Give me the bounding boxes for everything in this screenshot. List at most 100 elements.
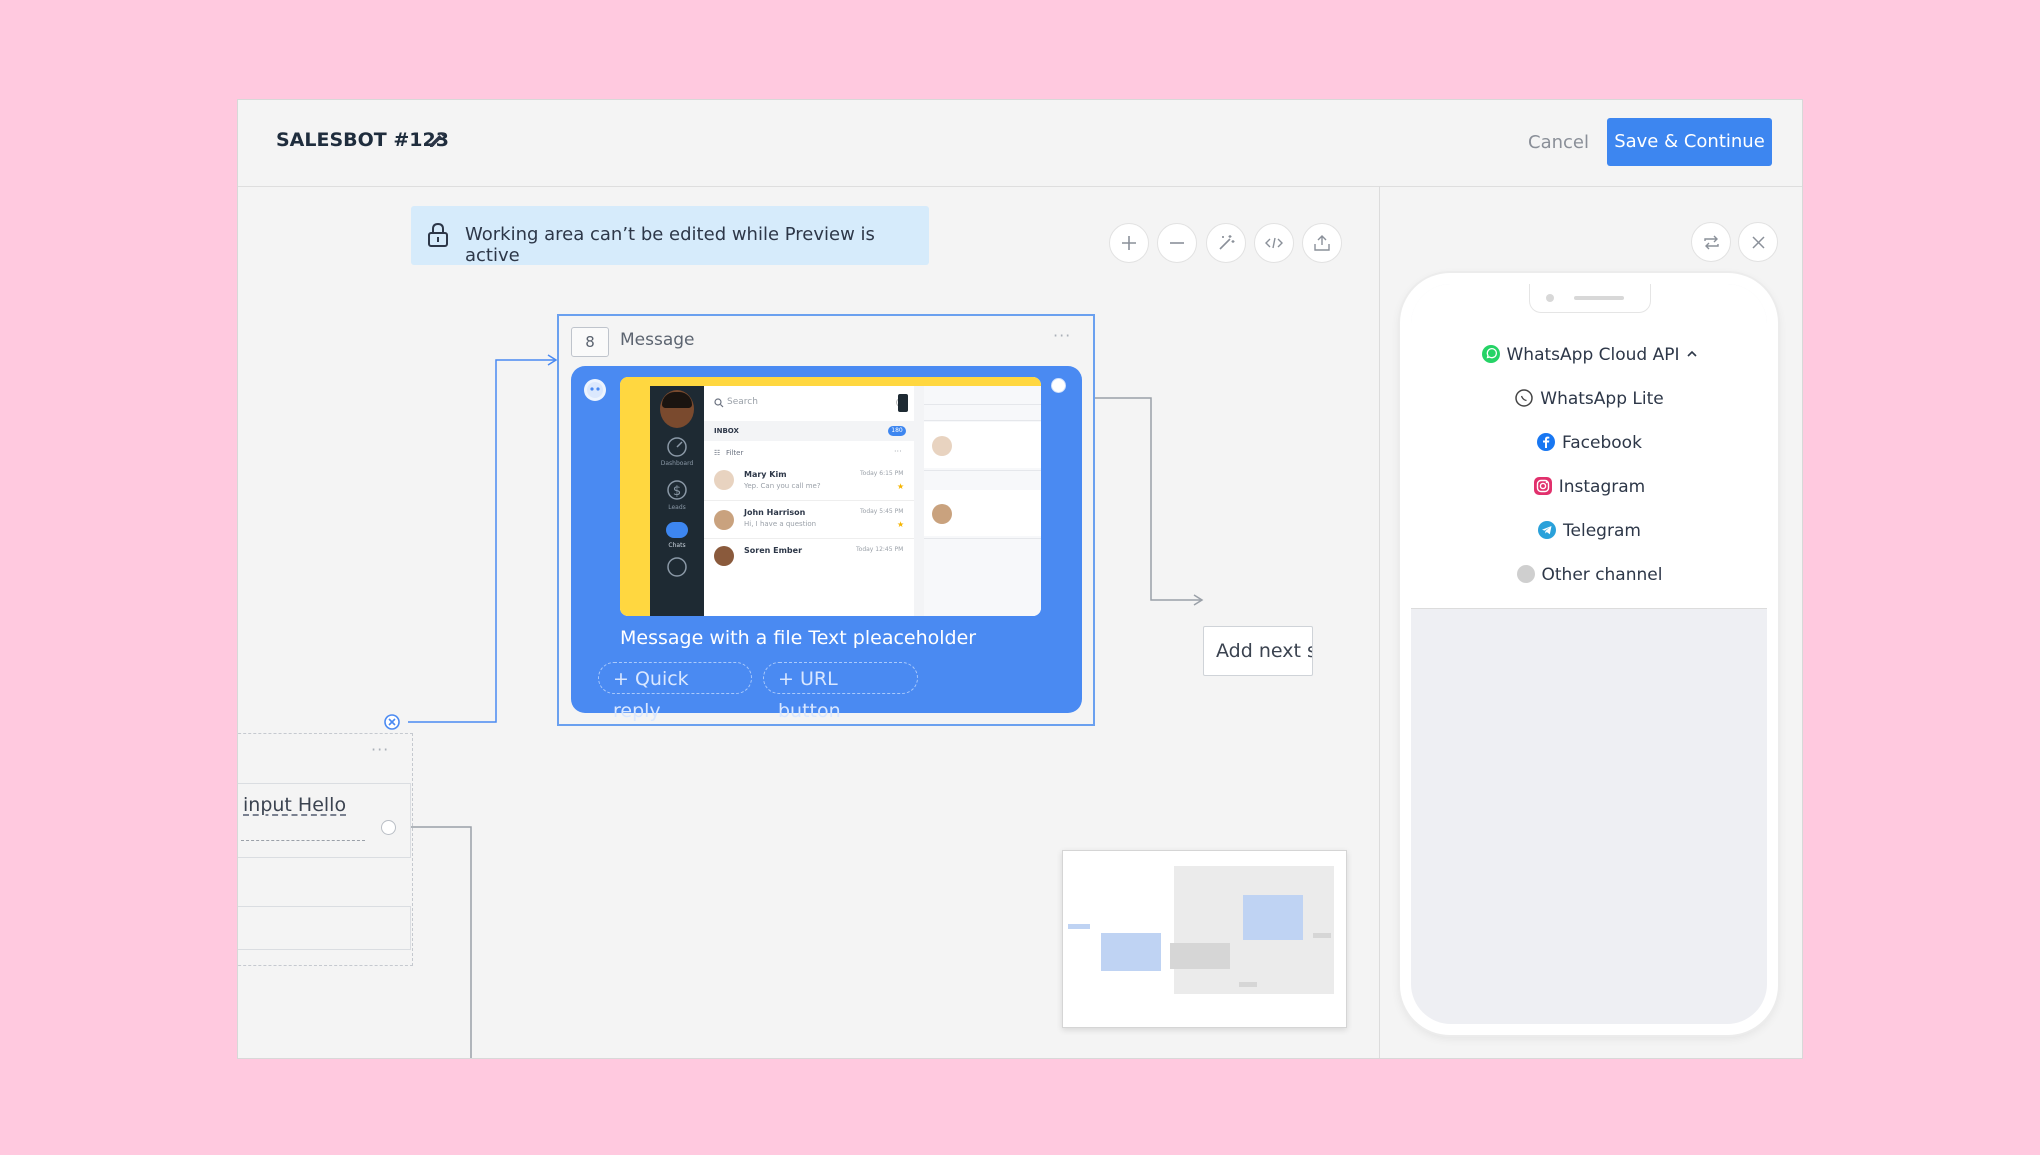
step-menu-icon[interactable]: ··· bbox=[1053, 326, 1071, 345]
minimap-node bbox=[1239, 982, 1257, 987]
url-button-button[interactable]: + URL button bbox=[763, 662, 918, 722]
other-channel-icon bbox=[1516, 565, 1535, 583]
preview-chat-name: Soren Ember bbox=[744, 546, 803, 555]
preview-splitter bbox=[914, 386, 924, 616]
preview-nav-chats: Chats bbox=[668, 542, 686, 549]
step-number: 8 bbox=[571, 327, 609, 357]
phone-notch bbox=[1529, 284, 1651, 313]
plus-icon bbox=[1122, 236, 1136, 250]
output-port[interactable] bbox=[381, 820, 396, 835]
channel-other[interactable]: Other channel bbox=[1411, 564, 1767, 585]
channel-label: Other channel bbox=[1541, 565, 1663, 585]
working-area-canvas[interactable]: Working area can’t be edited while Previ… bbox=[238, 186, 1379, 1058]
close-preview-button[interactable] bbox=[1738, 222, 1778, 262]
preview-detail-avatars bbox=[924, 386, 1041, 616]
preview-filter-more: ··· bbox=[894, 447, 902, 456]
input-node-text: input Hello bbox=[243, 794, 347, 816]
add-next-step-button[interactable]: Add next s bbox=[1203, 626, 1313, 676]
telegram-icon bbox=[1538, 521, 1557, 539]
channel-list: WhatsApp Cloud API WhatsApp Lite Faceboo… bbox=[1411, 284, 1767, 609]
preview-circle-icon bbox=[667, 557, 687, 577]
preview-chat-avatar bbox=[714, 546, 734, 566]
preview-chat-name: Mary Kim bbox=[744, 470, 787, 479]
preview-chat-snippet: Hi, I have a question bbox=[744, 520, 817, 528]
preview-nav-sidebar: Dashboard $ Leads Chats bbox=[650, 386, 704, 616]
channel-facebook[interactable]: Facebook bbox=[1411, 432, 1767, 453]
preview-nav-leads: Leads bbox=[668, 504, 686, 511]
preview-detail-avatar bbox=[932, 436, 952, 456]
preview-chat-time: Today 5:45 PM bbox=[860, 508, 904, 515]
facebook-icon bbox=[1537, 433, 1556, 451]
previous-step-menu-icon[interactable]: ··· bbox=[371, 740, 389, 759]
instagram-icon bbox=[1533, 477, 1552, 495]
quick-reply-button[interactable]: + Quick reply bbox=[598, 662, 752, 722]
step-label: Message bbox=[620, 330, 695, 350]
channel-label: Instagram bbox=[1558, 477, 1646, 497]
preview-chat-time: Today 12:45 PM bbox=[856, 546, 904, 553]
panel-divider bbox=[1379, 186, 1380, 1058]
preview-chat-avatar bbox=[714, 510, 734, 530]
preview-chat-list: Search INBOX 180 ☷ Filter ··· Mary Kim Y… bbox=[704, 386, 914, 616]
previous-step-output-row[interactable] bbox=[238, 906, 411, 950]
channel-instagram[interactable]: Instagram bbox=[1411, 476, 1767, 497]
restart-preview-button[interactable] bbox=[1691, 222, 1731, 262]
preview-inbox-label: INBOX bbox=[714, 427, 739, 435]
preview-chat-time: Today 6:15 PM bbox=[860, 470, 904, 477]
message-output-port[interactable] bbox=[1051, 378, 1066, 393]
channel-label: WhatsApp Cloud API bbox=[1506, 345, 1680, 365]
message-bubble: Dashboard $ Leads Chats Search INBOX 180… bbox=[571, 366, 1082, 722]
preview-star-icon: ★ bbox=[897, 520, 905, 529]
whatsapp-icon bbox=[1481, 345, 1500, 363]
channel-label: Facebook bbox=[1562, 433, 1642, 453]
channel-telegram[interactable]: Telegram bbox=[1411, 520, 1767, 541]
chevron-up-icon bbox=[1686, 350, 1697, 357]
save-continue-button[interactable]: Save & Continue bbox=[1607, 118, 1772, 166]
zoom-out-button[interactable] bbox=[1157, 223, 1197, 263]
remove-connection-icon[interactable] bbox=[382, 712, 402, 732]
minimap-message-node bbox=[1243, 895, 1303, 940]
preview-chat-snippet: Yep. Can you call me? bbox=[744, 482, 821, 490]
channel-label: WhatsApp Lite bbox=[1540, 389, 1664, 409]
lock-icon bbox=[428, 222, 448, 247]
channel-whatsapp-cloud-api[interactable]: WhatsApp Cloud API bbox=[1411, 344, 1767, 365]
preview-active-banner: Working area can’t be edited while Previ… bbox=[411, 206, 929, 266]
bot-avatar-icon bbox=[584, 379, 606, 401]
preview-nav-dashboard: Dashboard bbox=[660, 460, 694, 467]
magic-wand-icon bbox=[1219, 235, 1235, 250]
minus-icon bbox=[1170, 242, 1184, 244]
share-icon bbox=[1314, 235, 1330, 251]
auto-arrange-button[interactable] bbox=[1206, 223, 1246, 263]
minimap-node bbox=[1101, 933, 1161, 971]
preview-user-hair bbox=[662, 392, 692, 408]
preview-detail-avatar bbox=[932, 504, 952, 524]
minimap[interactable] bbox=[1062, 850, 1347, 1028]
preview-chat-icon bbox=[666, 522, 688, 538]
preview-inbox-count: 180 bbox=[888, 426, 906, 436]
preview-dollar-icon: $ bbox=[667, 480, 687, 500]
cancel-button[interactable]: Cancel bbox=[1528, 132, 1589, 153]
phone-screen: WhatsApp Cloud API WhatsApp Lite Faceboo… bbox=[1411, 284, 1767, 1024]
channel-whatsapp-lite[interactable]: WhatsApp Lite bbox=[1411, 388, 1767, 409]
message-text: Message with a file Text pleaceholder bbox=[620, 627, 977, 649]
preview-star-icon: ★ bbox=[897, 482, 905, 491]
preview-search-placeholder: Search bbox=[727, 397, 758, 407]
preview-search-icon bbox=[714, 398, 724, 408]
svg-text:$: $ bbox=[673, 484, 681, 499]
minimap-node bbox=[1313, 933, 1331, 938]
export-button[interactable] bbox=[1302, 223, 1342, 263]
phone-preview: WhatsApp Cloud API WhatsApp Lite Faceboo… bbox=[1400, 273, 1778, 1035]
preview-filter-icon: ☷ bbox=[714, 449, 721, 457]
salesbot-editor-window: SALESBOT #123 Cancel Save & Continue Wor… bbox=[237, 99, 1803, 1059]
zoom-in-button[interactable] bbox=[1109, 223, 1149, 263]
banner-text: Working area can’t be edited while Previ… bbox=[465, 224, 875, 266]
preview-top-bar bbox=[620, 377, 1041, 386]
message-step-card[interactable]: 8 Message ··· Dashboard $ Leads Chats Se… bbox=[557, 314, 1095, 726]
preview-chat-name: John Harrison bbox=[744, 508, 806, 517]
repeat-icon bbox=[1704, 235, 1719, 250]
edit-pencil-icon[interactable] bbox=[427, 130, 447, 150]
code-view-button[interactable] bbox=[1254, 223, 1294, 263]
bot-title: SALESBOT #123 bbox=[276, 129, 449, 151]
close-icon bbox=[1752, 236, 1765, 249]
editor-header: SALESBOT #123 Cancel Save & Continue bbox=[238, 100, 1802, 187]
attached-image-preview: Dashboard $ Leads Chats Search INBOX 180… bbox=[620, 377, 1041, 616]
